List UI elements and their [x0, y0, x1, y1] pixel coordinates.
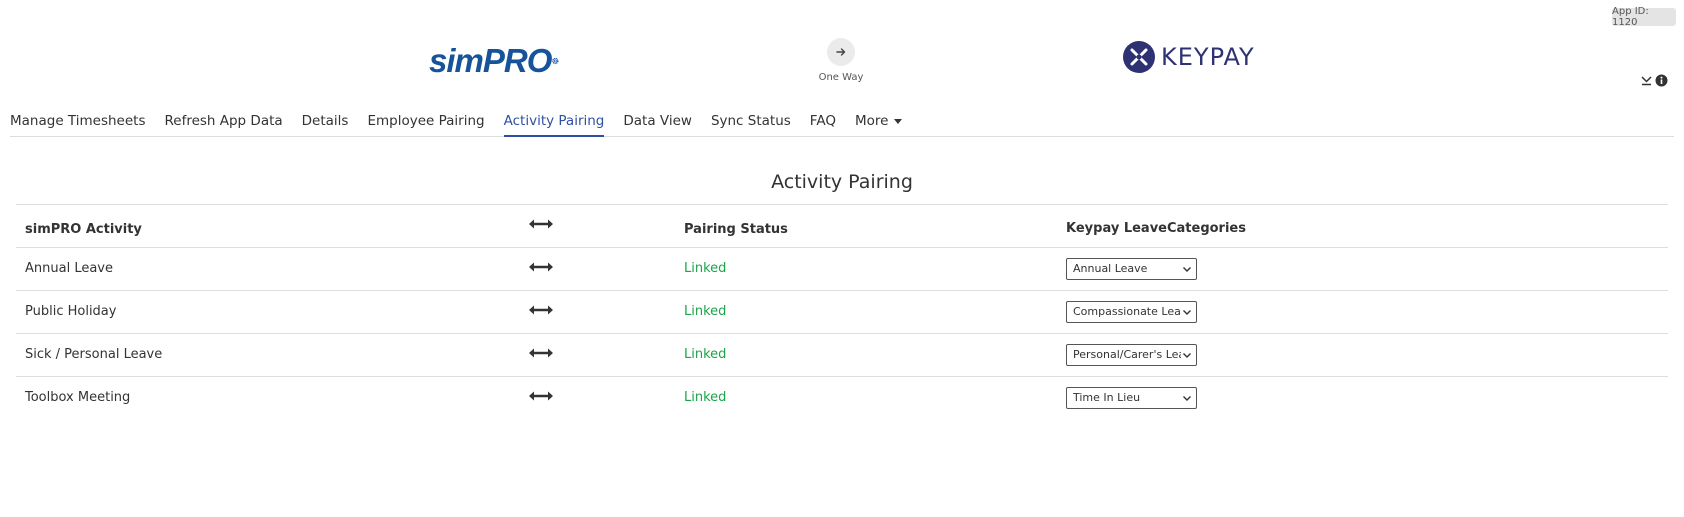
tab-more[interactable]: More — [854, 104, 903, 135]
two-way-arrow-icon — [529, 215, 553, 234]
page-title: Activity Pairing — [771, 171, 913, 193]
pairing-status: Linked — [684, 347, 727, 362]
simpro-logo-pro: PRO — [482, 42, 553, 79]
table-row: Toolbox Meeting Linked Time In Lieu — [16, 376, 1668, 419]
app-id-badge: App ID: 1120 — [1612, 6, 1676, 28]
simpro-logo: sim PRO — [429, 41, 559, 81]
main-nav: Manage Timesheets Refresh App Data Detai… — [10, 104, 1674, 137]
tab-sync-status[interactable]: Sync Status — [711, 104, 791, 135]
activity-name: Toolbox Meeting — [25, 390, 131, 405]
activity-name: Annual Leave — [25, 261, 113, 276]
caret-down-icon — [894, 118, 903, 124]
tab-faq[interactable]: FAQ — [810, 104, 836, 135]
leave-category-select[interactable]: Time In Lieu — [1066, 387, 1197, 409]
sync-direction-button[interactable] — [827, 38, 855, 66]
pairing-status: Linked — [684, 304, 727, 319]
sync-direction-label: One Way — [818, 72, 864, 83]
chevron-down-icon — [1183, 267, 1191, 272]
two-way-arrow-icon — [529, 258, 553, 277]
header-keypay-leave-categories: Keypay LeaveCategories — [1066, 221, 1246, 236]
two-way-arrow-icon — [529, 301, 553, 320]
activity-name: Sick / Personal Leave — [25, 347, 163, 362]
info-icon[interactable] — [1655, 74, 1668, 87]
chevron-down-icon — [1183, 310, 1191, 315]
keypay-emblem-icon — [1123, 40, 1155, 73]
header-pairing-status: Pairing Status — [684, 222, 788, 237]
activity-pairing-table: simPRO Activity Pairing Status Keypay Le… — [16, 204, 1668, 419]
chevron-down-icon — [1183, 353, 1191, 358]
pairing-status: Linked — [684, 390, 727, 405]
tab-activity-pairing[interactable]: Activity Pairing — [503, 104, 605, 137]
top-right-icons — [1640, 74, 1668, 87]
leave-category-value: Annual Leave — [1073, 262, 1148, 275]
leave-category-select[interactable]: Annual Leave — [1066, 258, 1197, 280]
leave-category-select[interactable]: Compassionate Leave — [1066, 301, 1197, 323]
leave-category-value: Time In Lieu — [1073, 391, 1141, 404]
pairing-status: Linked — [684, 261, 727, 276]
table-row: Sick / Personal Leave Linked Personal/Ca… — [16, 333, 1668, 376]
collapse-down-icon[interactable] — [1640, 74, 1653, 87]
chevron-down-icon — [1183, 396, 1191, 401]
simpro-logo-sim: sim — [429, 42, 484, 79]
activity-name: Public Holiday — [25, 304, 117, 319]
leave-category-value: Personal/Carer's Leave — [1073, 348, 1181, 361]
leave-category-select[interactable]: Personal/Carer's Leave — [1066, 344, 1197, 366]
tab-refresh-app-data[interactable]: Refresh App Data — [164, 104, 282, 135]
two-way-arrow-icon — [529, 387, 553, 406]
table-row: Public Holiday Linked Compassionate Leav… — [16, 290, 1668, 333]
tab-data-view[interactable]: Data View — [623, 104, 692, 135]
simpro-gear-icon — [552, 57, 559, 65]
tab-more-label: More — [854, 113, 889, 129]
tab-details[interactable]: Details — [302, 104, 349, 135]
table-row: Annual Leave Linked Annual Leave — [16, 247, 1668, 290]
keypay-logo: KEYPAY — [1123, 40, 1255, 73]
table-header-row: simPRO Activity Pairing Status Keypay Le… — [16, 204, 1668, 247]
two-way-arrow-icon — [529, 344, 553, 363]
arrow-right-icon — [836, 48, 846, 56]
leave-category-value: Compassionate Leave — [1073, 305, 1181, 318]
tab-employee-pairing[interactable]: Employee Pairing — [367, 104, 484, 135]
sync-direction: One Way — [810, 38, 872, 83]
tab-manage-timesheets[interactable]: Manage Timesheets — [10, 104, 145, 135]
keypay-wordmark: KEYPAY — [1161, 42, 1255, 71]
header-simpro-activity: simPRO Activity — [25, 222, 142, 237]
